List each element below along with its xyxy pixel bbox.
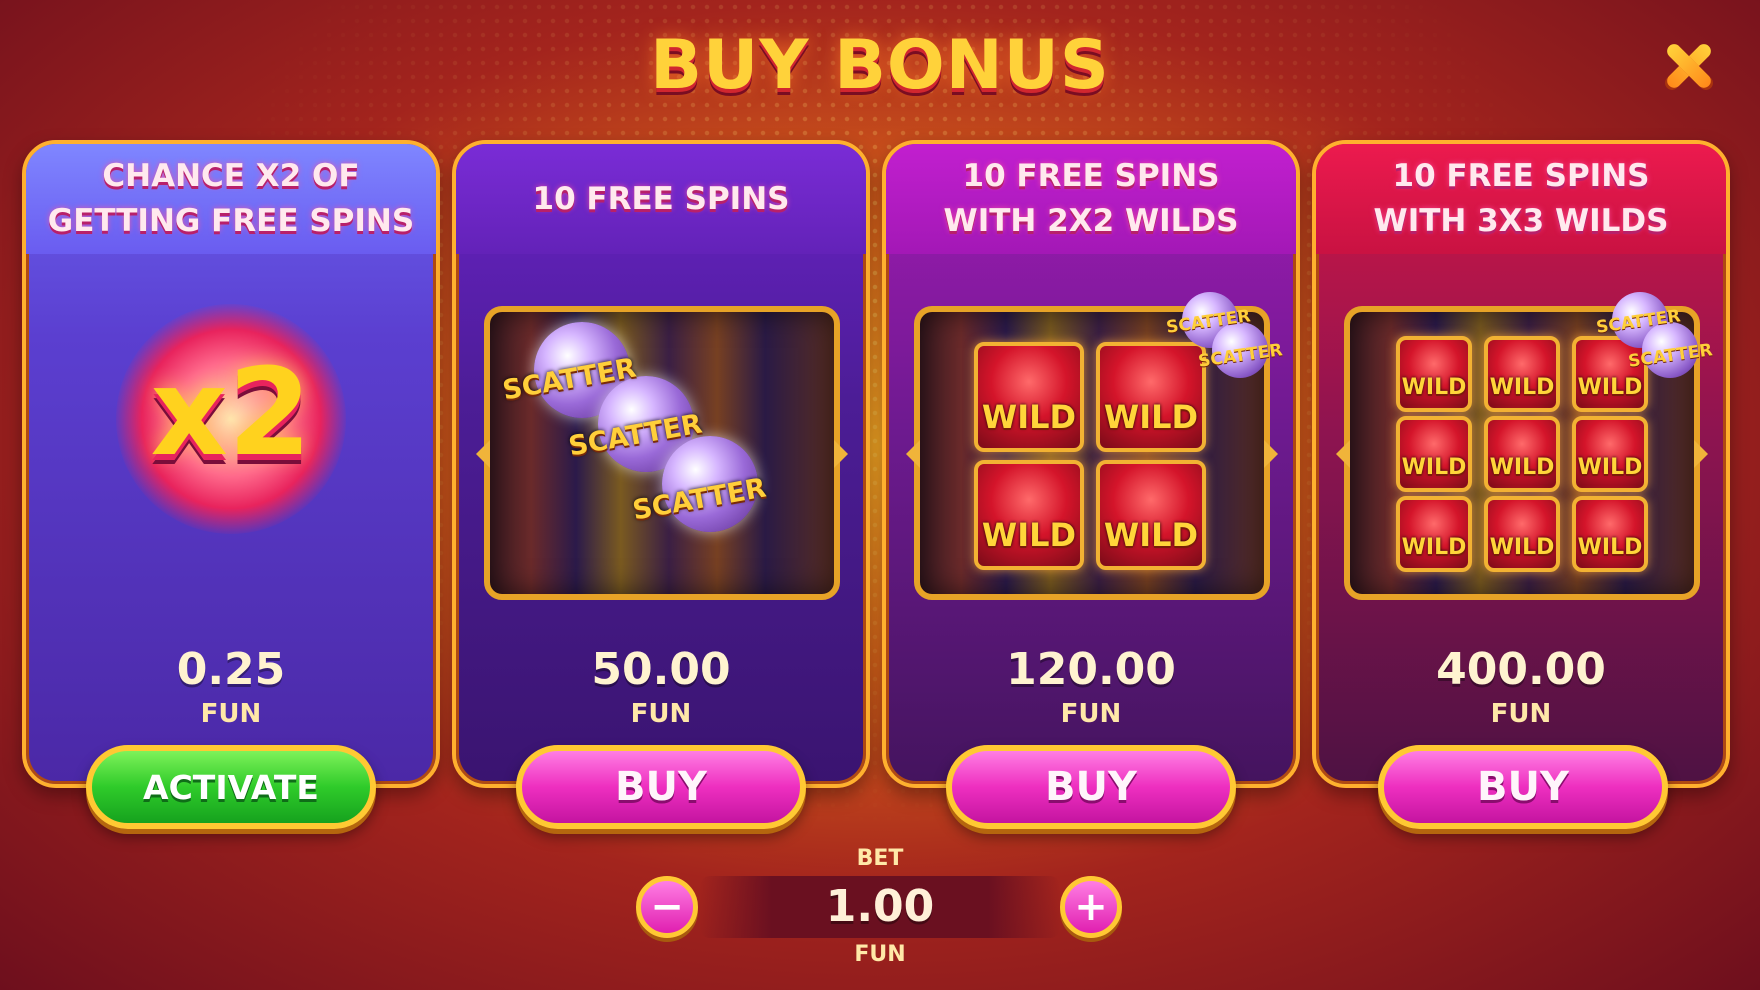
card-price: 0.25 [176, 644, 286, 695]
wild-label: WILD [1489, 535, 1555, 560]
wild-symbol: WILD [1396, 336, 1472, 412]
bonus-preview-image: WILD WILD WILD WILD SCATTER SCATTER [906, 292, 1284, 600]
bet-currency: FUN [854, 942, 906, 967]
activate-button[interactable]: ACTIVATE [86, 745, 376, 829]
wild-symbol: WILD [1572, 416, 1648, 492]
wild-label: WILD [1489, 375, 1555, 400]
arrow-right-icon [834, 440, 848, 468]
wild-symbol: WILD [1396, 496, 1472, 572]
wild-label: WILD [1401, 455, 1467, 480]
plus-icon: + [1074, 884, 1108, 930]
arrow-right-icon [1264, 440, 1278, 468]
bonus-preview-image: SCATTER SCATTER SCATTER [476, 306, 848, 600]
bonus-card-3x3-wilds: 10 FREE SPINS WITH 3X3 WILDS WILD WILD W… [1312, 140, 1730, 788]
close-icon[interactable] [1662, 40, 1714, 92]
card-title: CHANCE X2 OF GETTING FREE SPINS [47, 158, 415, 239]
wild-symbol: WILD [1484, 496, 1560, 572]
bet-increase-button[interactable]: + [1060, 876, 1122, 938]
card-title: 10 FREE SPINS WITH 2X2 WILDS [943, 158, 1239, 239]
bet-label: BET [856, 846, 904, 871]
buy-button-2x2-wilds[interactable]: BUY [946, 745, 1236, 829]
wild-label: WILD [1103, 516, 1199, 554]
arrow-right-icon [1694, 440, 1708, 468]
card-currency: FUN [1060, 699, 1122, 729]
wild-symbol: WILD [1484, 336, 1560, 412]
arrow-left-icon [476, 440, 490, 468]
wild-symbol: WILD [974, 342, 1084, 452]
bonus-card-10-free-spins: 10 FREE SPINS SCATTER SCATTER SCATTER 50… [452, 140, 870, 788]
wild-symbol: WILD [1396, 416, 1472, 492]
wild-symbol: WILD [974, 460, 1084, 570]
card-title: 10 FREE SPINS [532, 180, 790, 217]
minus-icon: − [650, 884, 684, 930]
wild-label: WILD [1401, 375, 1467, 400]
wild-label: WILD [1577, 535, 1643, 560]
buy-button-3x3-wilds[interactable]: BUY [1378, 745, 1668, 829]
buy-button-label: BUY [1477, 764, 1569, 810]
arrow-left-icon [1336, 440, 1350, 468]
card-price: 120.00 [1006, 644, 1176, 695]
bonus-preview-image: WILD WILD WILD WILD WILD WILD WILD WILD … [1336, 292, 1714, 600]
card-title: 10 FREE SPINS WITH 3X3 WILDS [1373, 158, 1669, 239]
bet-decrease-button[interactable]: − [636, 876, 698, 938]
wild-label: WILD [981, 516, 1077, 554]
buy-button-label: BUY [615, 764, 707, 810]
bonus-card-2x2-wilds: 10 FREE SPINS WITH 2X2 WILDS WILD WILD W… [882, 140, 1300, 788]
activate-button-label: ACTIVATE [143, 767, 319, 807]
wild-label: WILD [1103, 398, 1199, 436]
wild-label: WILD [1577, 455, 1643, 480]
arrow-left-icon [906, 440, 920, 468]
card-price: 50.00 [591, 644, 731, 695]
card-currency: FUN [200, 699, 262, 729]
bonus-card-chance-x2: CHANCE X2 OF GETTING FREE SPINS x2 0.25 … [22, 140, 440, 788]
wild-label: WILD [981, 398, 1077, 436]
card-currency: FUN [1490, 699, 1552, 729]
wild-label: WILD [1489, 455, 1555, 480]
wild-symbol: WILD [1572, 496, 1648, 572]
wild-symbol: WILD [1096, 342, 1206, 452]
card-price: 400.00 [1436, 644, 1606, 695]
page-title: BUY BONUS [650, 26, 1110, 105]
card-currency: FUN [630, 699, 692, 729]
x2-badge: x2 [150, 344, 312, 483]
wild-symbol: WILD [1484, 416, 1560, 492]
wild-label: WILD [1401, 535, 1467, 560]
buy-button-label: BUY [1045, 764, 1137, 810]
wild-symbol: WILD [1096, 460, 1206, 570]
wild-label: WILD [1577, 375, 1643, 400]
bet-value: 1.00 [825, 881, 935, 932]
buy-button-free-spins[interactable]: BUY [516, 745, 806, 829]
